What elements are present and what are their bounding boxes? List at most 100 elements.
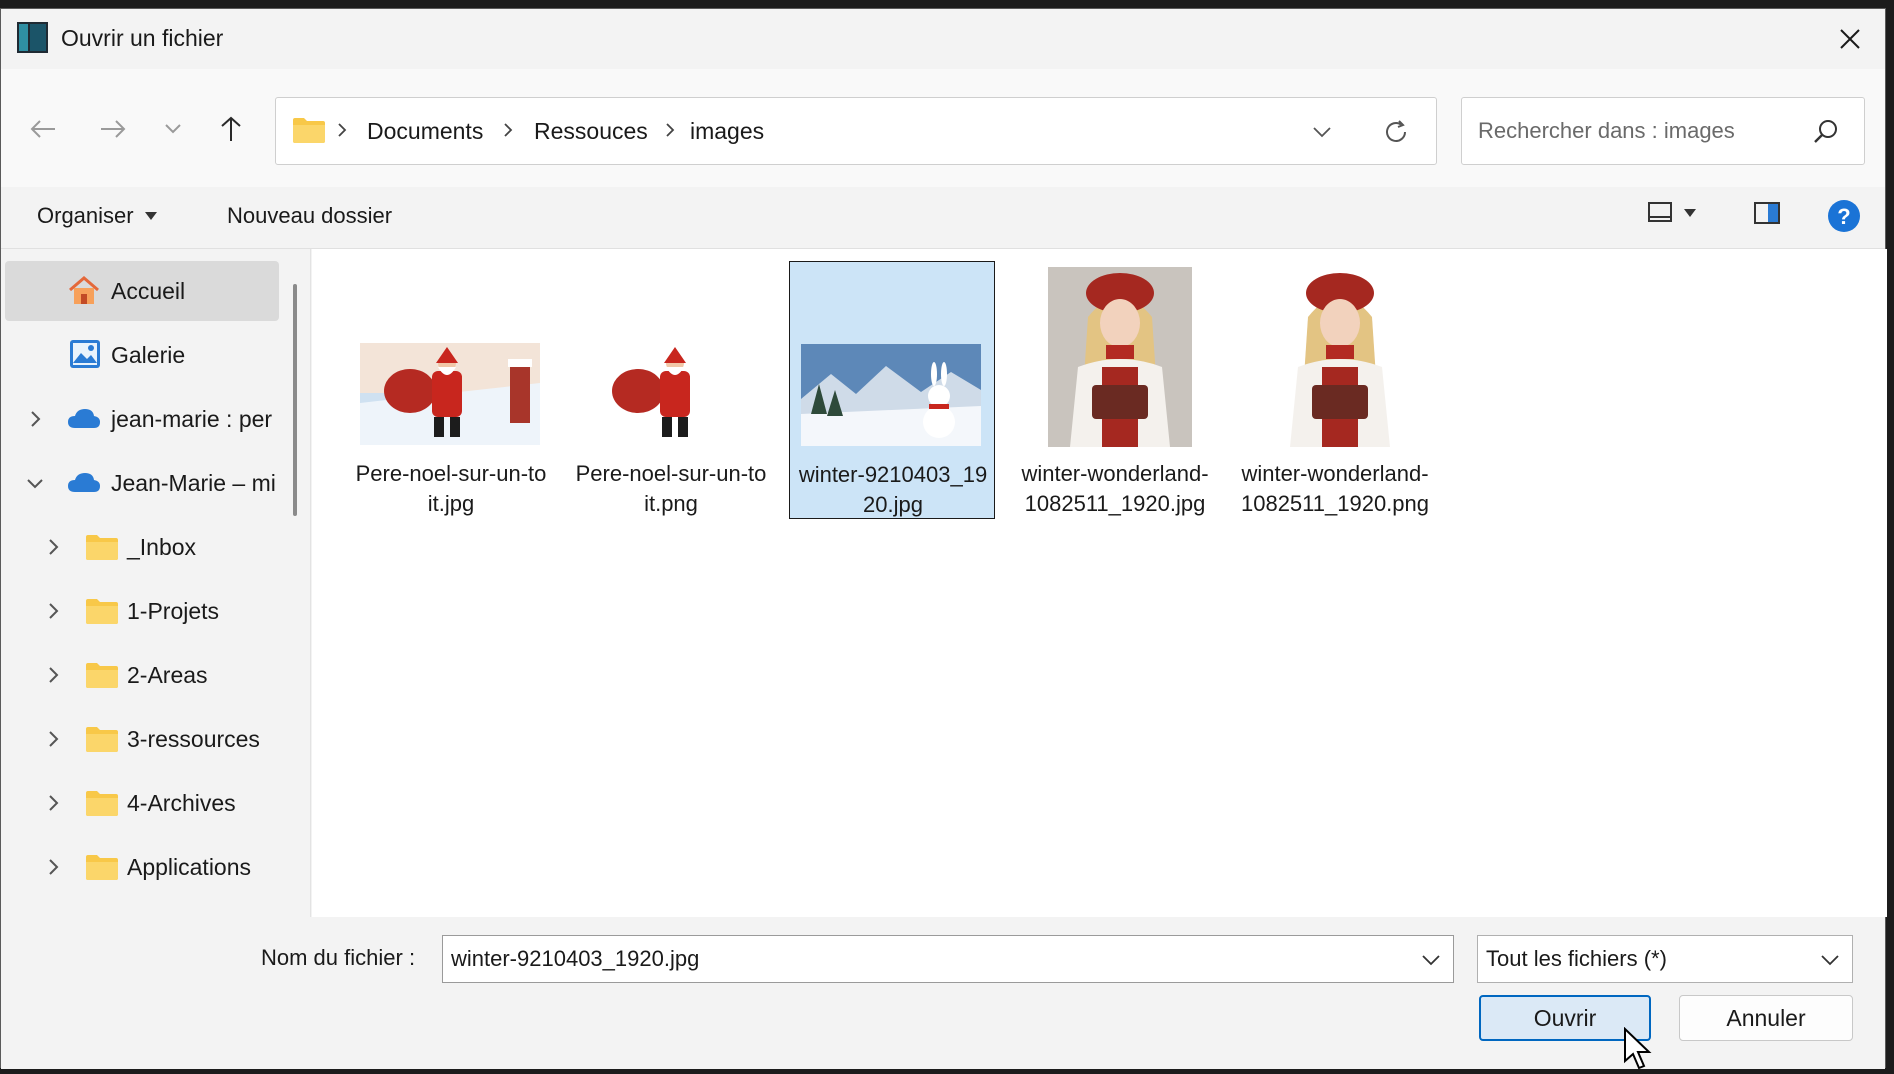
filetype-select[interactable]: Tout les fichiers (*) bbox=[1477, 935, 1853, 983]
organize-button[interactable]: Organiser bbox=[37, 203, 158, 229]
open-file-dialog: Ouvrir un fichier Documents Ressouces im… bbox=[0, 8, 1887, 1070]
help-icon: ? bbox=[1828, 200, 1860, 232]
sidebar-item-label: Galerie bbox=[111, 341, 186, 368]
folder-icon bbox=[86, 727, 118, 752]
breadcrumb-documents[interactable]: Documents bbox=[367, 118, 483, 145]
chevron-right-icon[interactable] bbox=[43, 537, 63, 557]
sidebar-item-inbox[interactable]: _Inbox bbox=[5, 517, 279, 577]
view-options-button[interactable] bbox=[1647, 201, 1697, 225]
sidebar-item-label: 2-Areas bbox=[127, 661, 208, 688]
preview-pane-icon bbox=[1754, 202, 1780, 224]
view-icon bbox=[1648, 202, 1672, 222]
chevron-down-icon bbox=[165, 124, 181, 134]
sidebar-item-areas[interactable]: 2-Areas bbox=[5, 645, 279, 705]
address-bar[interactable]: Documents Ressouces images bbox=[275, 97, 1437, 165]
file-item-selected[interactable]: winter-9210403_1920.jpg bbox=[789, 261, 995, 519]
chevron-right-icon[interactable] bbox=[43, 729, 63, 749]
arrow-right-icon bbox=[101, 120, 126, 138]
filename-label: Nom du fichier : bbox=[261, 945, 416, 970]
santa-image bbox=[580, 343, 760, 445]
address-dropdown-icon[interactable] bbox=[1312, 126, 1332, 138]
preview-pane-button[interactable] bbox=[1753, 201, 1781, 225]
forward-button[interactable] bbox=[93, 109, 133, 149]
new-folder-label: Nouveau dossier bbox=[227, 203, 393, 228]
cloud-icon bbox=[68, 409, 100, 428]
close-button[interactable] bbox=[1815, 9, 1885, 69]
sidebar-item-label: 3-ressources bbox=[127, 725, 260, 752]
arrow-up-icon bbox=[221, 116, 241, 141]
sidebar-item-galerie[interactable]: Galerie bbox=[5, 325, 279, 385]
file-name: Pere-noel-sur-un-toit.png bbox=[575, 461, 767, 516]
search-input[interactable] bbox=[1478, 116, 1798, 146]
file-item[interactable]: winter-wonderland-1082511_1920.png bbox=[1232, 261, 1438, 519]
chevron-down-icon bbox=[1821, 955, 1839, 966]
chevron-down-icon[interactable] bbox=[25, 473, 45, 493]
cancel-button[interactable]: Annuler bbox=[1679, 995, 1853, 1041]
filename-combobox[interactable] bbox=[442, 935, 1454, 983]
folder-icon bbox=[293, 118, 325, 143]
navigation-row: Documents Ressouces images bbox=[1, 69, 1885, 187]
sidebar-item-applications[interactable]: Applications bbox=[5, 837, 279, 897]
organize-label: Organiser bbox=[37, 203, 134, 228]
svg-text:?: ? bbox=[1837, 204, 1850, 229]
back-button[interactable] bbox=[23, 109, 63, 149]
file-name: Pere-noel-sur-un-toit.jpg bbox=[355, 461, 547, 516]
file-list: Pere-noel-sur-un-toit.jpg Pere-noel-sur-… bbox=[312, 249, 1887, 917]
up-button[interactable] bbox=[211, 109, 251, 149]
sidebar-item-label: Jean-Marie – mi bbox=[111, 469, 276, 496]
sidebar-item-label: _Inbox bbox=[127, 533, 197, 560]
folder-icon bbox=[86, 663, 118, 688]
app-icon bbox=[17, 22, 48, 53]
new-folder-button[interactable]: Nouveau dossier bbox=[227, 203, 392, 229]
girl-image bbox=[1268, 267, 1412, 447]
chevron-down-icon[interactable] bbox=[1421, 954, 1441, 966]
refresh-icon[interactable] bbox=[1382, 118, 1410, 146]
chevron-right-icon bbox=[338, 123, 347, 137]
arrow-left-icon bbox=[30, 120, 55, 138]
command-bar: Organiser Nouveau dossier ? bbox=[1, 187, 1885, 249]
close-icon bbox=[1840, 29, 1860, 49]
santa-roof-image bbox=[360, 343, 540, 445]
gallery-icon bbox=[70, 340, 100, 368]
breadcrumb-ressouces[interactable]: Ressouces bbox=[534, 118, 648, 145]
search-icon[interactable] bbox=[1812, 118, 1840, 146]
snowman-image bbox=[801, 344, 981, 446]
caret-down-icon bbox=[1684, 209, 1696, 217]
folder-icon bbox=[86, 791, 118, 816]
window-title: Ouvrir un fichier bbox=[61, 25, 224, 51]
sidebar-item-label: Applications bbox=[127, 853, 252, 880]
sidebar-item-archives[interactable]: 4-Archives bbox=[5, 773, 279, 833]
sidebar-item-ressources[interactable]: 3-ressources bbox=[5, 709, 279, 769]
folder-icon bbox=[86, 599, 118, 624]
file-item[interactable]: winter-wonderland-1082511_1920.jpg bbox=[1012, 261, 1218, 519]
file-item[interactable]: Pere-noel-sur-un-toit.jpg bbox=[348, 261, 554, 519]
file-name: winter-wonderland-1082511_1920.png bbox=[1240, 461, 1429, 516]
navigation-pane: Accueil Galerie jean-marie : per Jean-Ma… bbox=[1, 249, 311, 917]
chevron-right-icon[interactable] bbox=[43, 793, 63, 813]
sidebar-scrollbar[interactable] bbox=[293, 284, 297, 516]
dialog-footer: Nom du fichier : Tout les fichiers (*) O… bbox=[1, 917, 1885, 1070]
girl-winter-image bbox=[1048, 267, 1192, 447]
filetype-value: Tout les fichiers (*) bbox=[1486, 946, 1667, 971]
file-item[interactable]: Pere-noel-sur-un-toit.png bbox=[568, 261, 774, 519]
help-button[interactable]: ? bbox=[1827, 199, 1861, 233]
title-bar: Ouvrir un fichier bbox=[1, 9, 1885, 69]
chevron-right-icon[interactable] bbox=[43, 665, 63, 685]
chevron-right-icon bbox=[504, 123, 513, 137]
filename-input[interactable] bbox=[451, 944, 1371, 974]
cloud-icon bbox=[68, 473, 100, 492]
sidebar-item-onedrive-personal[interactable]: jean-marie : per bbox=[5, 389, 279, 449]
breadcrumb-images[interactable]: images bbox=[690, 118, 764, 145]
search-box[interactable] bbox=[1461, 97, 1865, 165]
sidebar-item-label: Accueil bbox=[111, 277, 186, 304]
folder-icon bbox=[86, 535, 118, 560]
chevron-right-icon[interactable] bbox=[25, 409, 45, 429]
sidebar-item-projets[interactable]: 1-Projets bbox=[5, 581, 279, 641]
sidebar-item-accueil[interactable]: Accueil bbox=[5, 261, 279, 321]
sidebar-item-label: 1-Projets bbox=[127, 597, 220, 624]
recent-locations-button[interactable] bbox=[153, 109, 193, 149]
file-name: winter-wonderland-1082511_1920.jpg bbox=[1021, 461, 1209, 516]
sidebar-item-onedrive-business[interactable]: Jean-Marie – mi bbox=[5, 453, 279, 513]
chevron-right-icon[interactable] bbox=[43, 857, 63, 877]
chevron-right-icon[interactable] bbox=[43, 601, 63, 621]
